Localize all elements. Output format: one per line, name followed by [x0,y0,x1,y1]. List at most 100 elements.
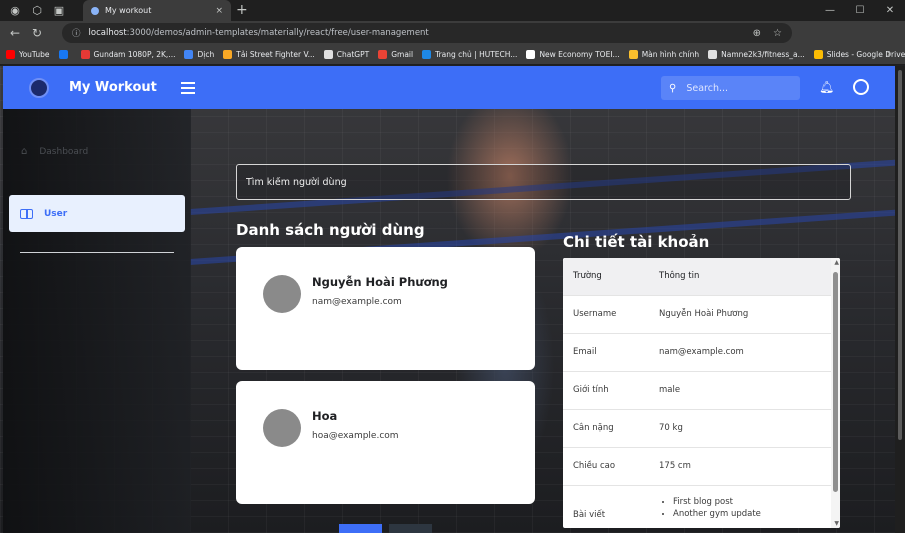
user-email: nam@example.com [312,297,402,307]
url-input[interactable]: ⓘ localhost :3000/demos/admin-templates/… [62,23,792,43]
home-icon: ⌂ [21,146,28,157]
back-icon[interactable]: ← [4,26,26,40]
bookmark-item[interactable]: Màn hình chính [628,50,700,59]
bookmark-item[interactable]: Tải Street Fighter V... [223,50,315,59]
bookmark-favicon-icon [184,50,194,59]
value-cell: nam@example.com [659,332,831,371]
tab-actions-icon[interactable]: ▣ [52,4,66,18]
field-cell: Giới tính [563,370,659,409]
bookmark-favicon-icon [628,50,638,59]
bookmark-favicon-icon [58,50,68,59]
bookmark-item[interactable]: Dịch [184,50,214,59]
avatar [263,409,301,447]
sidebar-divider [20,252,174,253]
bookmark-star-icon[interactable]: ☆ [773,28,782,39]
posts-cell: First blog post Another gym update [659,484,831,523]
page-indicator[interactable] [389,524,432,533]
scroll-down-icon[interactable]: ▼ [834,520,839,527]
bookmark-item[interactable]: Gundam 1080P, 2K,... [80,50,175,59]
bookmark-label: Tải Street Fighter V... [236,50,315,59]
bookmark-item[interactable]: Namne2k3/fitness_a... [708,50,805,59]
user-search-input[interactable] [246,176,820,188]
page-scrollbar[interactable] [895,66,905,533]
column-header-field: Trường [563,258,659,295]
browser-tab[interactable]: My workout × [83,0,231,21]
bookmark-favicon-icon [6,50,15,59]
table-header-row: Trường Thông tin [563,258,831,295]
account-detail-table: Trường Thông tin Username Nguyễn Hoài Ph… [563,258,831,523]
table-row: Bài viết First blog post Another gym upd… [563,484,831,523]
close-window-icon[interactable]: ✕ [875,0,905,21]
bookmark-label: Slides - Google Drive [826,50,905,59]
new-tab-button[interactable]: + [236,2,248,18]
user-search-field[interactable] [236,164,851,200]
brand-title[interactable]: My Workout [69,80,157,95]
page-indicator-active[interactable] [339,524,382,533]
bookmark-favicon-icon [422,50,432,59]
address-bar-row: ← ↻ ⓘ localhost :3000/demos/admin-templa… [0,21,905,61]
reload-icon[interactable]: ↻ [26,26,48,40]
header-search[interactable]: ⚲ [661,76,800,100]
tab-favicon-icon [91,6,99,15]
user-name: Nguyễn Hoài Phương [312,275,448,289]
field-cell: Email [563,332,659,371]
tab-close-icon[interactable]: × [215,6,223,16]
bookmark-label: YouTube [19,50,50,59]
bookmark-item[interactable]: Gmail [378,50,413,59]
menu-toggle-icon[interactable] [180,81,195,94]
account-icon[interactable] [853,79,869,95]
user-card[interactable]: Hoa hoa@example.com [236,381,535,504]
workspaces-icon[interactable]: ⬡ [30,4,44,18]
bookmark-item[interactable]: Slides - Google Drive [813,50,905,59]
minimize-icon[interactable]: — [815,0,845,21]
brand-logo-icon[interactable] [29,77,49,98]
url-host: localhost [88,28,127,38]
notification-bell-icon[interactable]: 🔔︎ [819,80,834,94]
scrollbar-thumb[interactable] [833,272,838,492]
search-icon: ⚲ [669,82,677,94]
account-detail-heading: Chi tiết tài khoản [563,233,710,251]
table-row: Giới tính male [563,370,831,409]
bookmark-label: Dịch [197,50,215,59]
account-detail-panel: Trường Thông tin Username Nguyễn Hoài Ph… [563,258,840,528]
sidebar-item-user[interactable]: User [9,195,185,232]
sidebar-item-dashboard[interactable]: ⌂ Dashboard [21,146,88,157]
bookmark-label: Màn hình chính [641,50,700,59]
maximize-icon[interactable]: ☐ [845,0,875,21]
bookmark-item[interactable]: YouTube [6,50,50,59]
value-cell: male [659,370,831,409]
app-header: My Workout ⚲ 🔔︎ [3,66,895,109]
header-search-input[interactable] [686,82,787,94]
bookmark-item[interactable]: Trang chủ | HUTECH... [422,50,517,59]
app-viewport: My Workout ⚲ 🔔︎ ⌂ Dashboard User Danh sá… [0,66,905,533]
value-cell: 175 cm [659,446,831,485]
url-path: :3000/demos/admin-templates/materially/r… [126,28,429,38]
bookmark-favicon-icon [813,50,823,59]
bookmark-favicon-icon [708,50,718,59]
bookmark-favicon-icon [378,50,388,59]
page-scrollbar-thumb[interactable] [898,70,902,440]
bookmark-label: Trang chủ | HUTECH... [435,50,518,59]
zoom-icon[interactable]: ⊕ [753,28,761,39]
table-row: Email nam@example.com [563,332,831,371]
site-info-icon[interactable]: ⓘ [72,27,81,39]
value-cell: 70 kg [659,408,831,447]
bookmark-item[interactable]: New Economy TOEI... [526,50,620,59]
bookmark-item[interactable] [58,50,72,59]
field-cell: Cân nặng [563,408,659,447]
posts-list: First blog post Another gym update [659,496,831,520]
list-item[interactable]: First blog post [673,496,831,508]
user-card[interactable]: Nguyễn Hoài Phương nam@example.com [236,247,535,370]
bookmarks-overflow-icon[interactable]: › [887,47,891,60]
user-email: hoa@example.com [312,431,399,441]
bookmark-label: Namne2k3/fitness_a... [721,50,805,59]
user-panel-icon [20,208,33,219]
sidebar-item-label: Dashboard [39,146,89,157]
bookmark-item[interactable]: ChatGPT [323,50,369,59]
column-header-info: Thông tin [659,258,831,295]
bookmark-label: Gmail [391,50,414,59]
detail-scrollbar[interactable]: ▲ ▼ [831,258,840,528]
profile-icon[interactable]: ◉ [8,4,22,18]
scroll-up-icon[interactable]: ▲ [834,259,839,266]
list-item[interactable]: Another gym update [673,508,831,520]
